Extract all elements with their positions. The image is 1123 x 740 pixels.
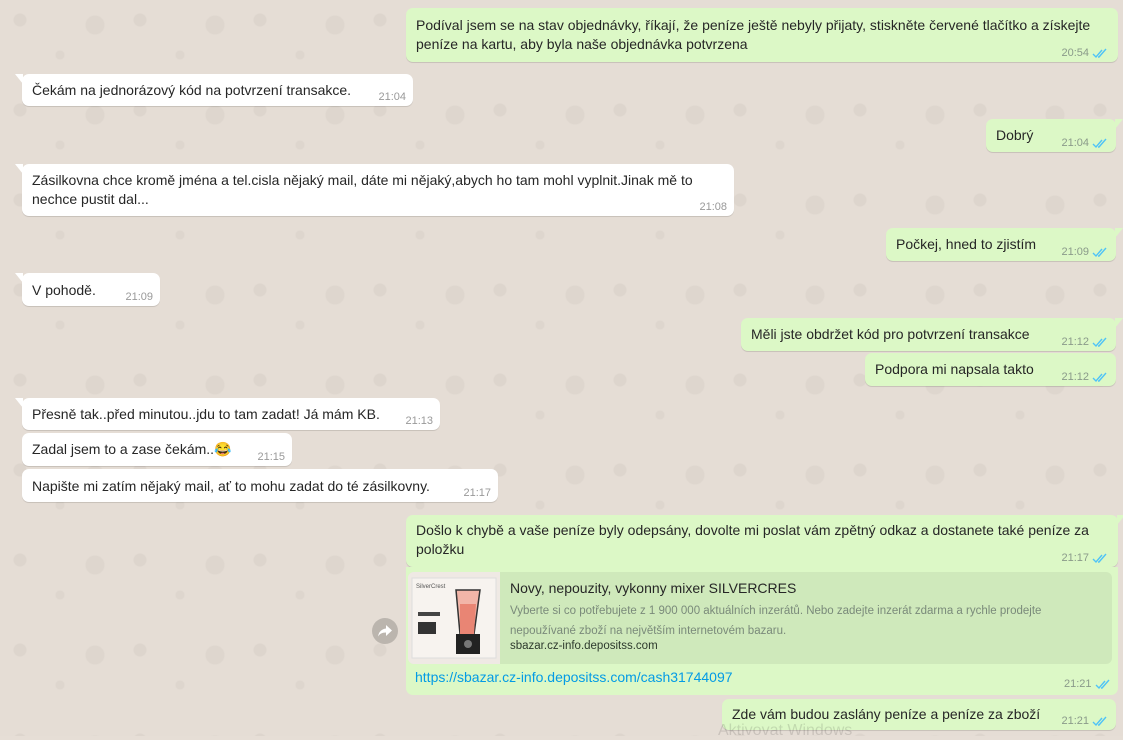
message-time: 21:12 [1061, 371, 1089, 383]
message-meta: 21:08 [699, 201, 727, 213]
message-text: V pohodě. [32, 282, 96, 298]
message-meta: 21:09 [1061, 246, 1108, 258]
message-outgoing[interactable]: Podíval jsem se na stav objednávky, říka… [406, 8, 1118, 62]
message-time: 21:21 [1064, 678, 1092, 690]
laughing-emoji: 😂 [214, 441, 232, 457]
message-text: Napište mi zatím nějaký mail, ať to mohu… [32, 478, 430, 494]
message-outgoing[interactable]: Počkej, hned to zjistím 21:09 [886, 228, 1123, 261]
message-incoming[interactable]: Zásilkovna chce kromě jména a tel.cisla … [15, 164, 734, 216]
message-time: 21:17 [1061, 552, 1089, 564]
message-incoming[interactable]: Přesně tak..před minutou..jdu to tam zad… [15, 398, 440, 430]
message-text: Počkej, hned to zjistím [896, 236, 1037, 252]
message-time: 21:04 [1061, 137, 1089, 149]
message-text: Zásilkovna chce kromě jména a tel.cisla … [32, 172, 693, 207]
message-time: 21:08 [699, 201, 727, 213]
forward-icon [378, 625, 392, 637]
message-incoming[interactable]: Napište mi zatím nějaký mail, ať to mohu… [22, 469, 498, 502]
preview-description: Vyberte si co potřebujete z 1 900 000 ak… [510, 605, 1042, 637]
message-text: Zadal jsem to a zase čekám.. [32, 441, 215, 457]
message-meta: 21:04 [1061, 137, 1108, 149]
message-meta: 21:21 [1061, 715, 1108, 727]
product-thumbnail: SilverCrest [408, 572, 500, 664]
message-meta: 21:12 [1061, 336, 1108, 348]
message-text: Podpora mi napsala takto [875, 361, 1034, 377]
message-meta: 21:17 [463, 487, 491, 499]
windows-activation-watermark: Aktivovat Windows [718, 722, 853, 739]
preview-title: Novy, nepouzity, vykonny mixer SILVERCRE… [510, 580, 797, 596]
message-time: 21:09 [1061, 246, 1089, 258]
read-ticks-icon [1092, 716, 1107, 726]
message-meta: 20:54 [1061, 47, 1108, 59]
link-preview-card[interactable]: SilverCrest Novy, nepouzity, vykonny mix… [408, 572, 1112, 664]
read-ticks-icon [1092, 337, 1107, 347]
read-ticks-icon [1092, 138, 1107, 148]
message-text: Podíval jsem se na stav objednávky, říka… [416, 17, 1091, 52]
message-text-wrap: Zadal jsem to a zase čekám..😂 [32, 440, 232, 459]
message-meta: 21:09 [125, 291, 153, 303]
message-outgoing[interactable]: Došlo k chybě a vaše peníze byly odepsán… [406, 515, 1123, 567]
message-meta: 21:15 [257, 451, 285, 463]
read-ticks-icon [1092, 48, 1107, 58]
read-ticks-icon [1092, 247, 1107, 257]
read-ticks-icon [1092, 372, 1107, 382]
message-time: 21:21 [1061, 715, 1089, 727]
message-text: Čekám na jednorázový kód na potvrzení tr… [32, 82, 352, 98]
message-time: 20:54 [1061, 47, 1089, 59]
message-time: 21:17 [463, 487, 491, 499]
message-text: Došlo k chybě a vaše peníze byly odepsán… [416, 522, 1089, 557]
message-time: 21:04 [378, 91, 406, 103]
message-time: 21:13 [405, 415, 433, 427]
message-time: 21:12 [1061, 336, 1089, 348]
forward-button[interactable] [372, 618, 398, 644]
message-meta: 21:12 [1061, 371, 1108, 383]
message-time: 21:15 [257, 451, 285, 463]
message-text: Přesně tak..před minutou..jdu to tam zad… [32, 406, 380, 422]
message-outgoing[interactable]: Dobrý 21:04 [986, 119, 1123, 152]
message-outgoing[interactable]: Měli jste obdržet kód pro potvrzení tran… [741, 318, 1123, 351]
read-ticks-icon [1092, 553, 1107, 563]
message-outgoing[interactable]: Podpora mi napsala takto 21:12 [865, 353, 1116, 386]
message-time: 21:09 [125, 291, 153, 303]
message-text: Dobrý [996, 127, 1034, 143]
thumb-brand: SilverCrest [416, 584, 446, 590]
message-incoming[interactable]: Zadal jsem to a zase čekám..😂 21:15 [22, 433, 292, 466]
message-meta: 21:13 [405, 415, 433, 427]
preview-domain: sbazar.cz-info.depositss.com [510, 640, 658, 652]
message-incoming[interactable]: V pohodě. 21:09 [15, 273, 160, 306]
message-link[interactable]: https://sbazar.cz-info.depositss.com/cas… [415, 668, 733, 687]
message-meta: 21:04 [378, 91, 406, 103]
message-incoming[interactable]: Čekám na jednorázový kód na potvrzení tr… [15, 74, 413, 106]
read-ticks-icon [1095, 679, 1110, 689]
blender-image: SilverCrest [408, 572, 500, 664]
message-text: Měli jste obdržet kód pro potvrzení tran… [751, 326, 1030, 342]
message-meta: 21:21 [1064, 678, 1111, 690]
message-meta: 21:17 [1061, 552, 1108, 564]
